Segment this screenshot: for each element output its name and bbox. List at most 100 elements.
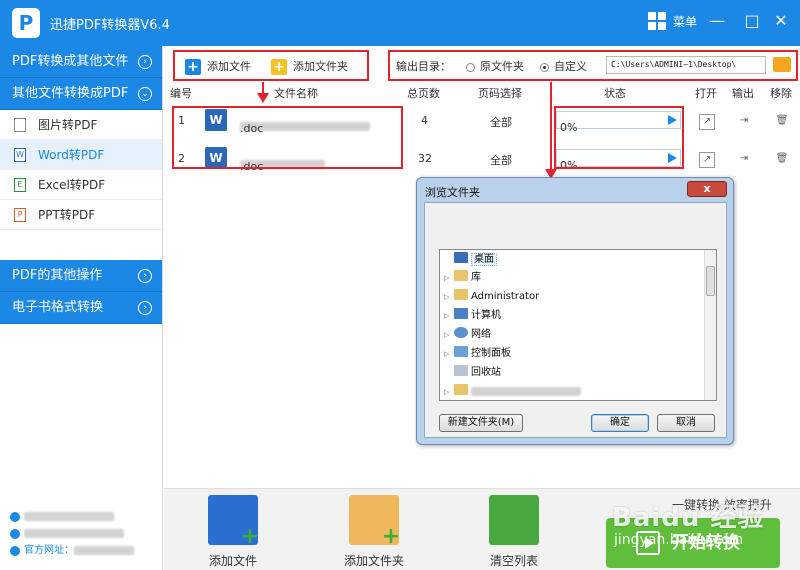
tree-item-label: 计算机: [471, 310, 501, 321]
ie-icon: [10, 546, 20, 556]
tree-item-administrator[interactable]: ▷ Administrator: [444, 289, 539, 305]
add-folder-button[interactable]: + 添加文件夹: [271, 57, 348, 77]
blurred-folder-name: [471, 386, 581, 396]
service-icon: [10, 529, 20, 539]
sidebar-category-label: PDF转换成其他文件: [12, 54, 129, 69]
expand-icon[interactable]: ▷: [444, 308, 454, 324]
row-pages: 32: [418, 152, 432, 165]
bottom-add-folder-label: 添加文件夹: [343, 554, 404, 568]
baidu-watermark: Baidu 经验: [612, 503, 765, 533]
sidebar-category-ebook-conversion[interactable]: 电子书格式转换 ›: [0, 292, 162, 324]
sidebar-item-image-to-pdf[interactable]: 图片转PDF: [0, 110, 162, 140]
image-icon: [14, 118, 26, 132]
tree-item-desktop[interactable]: 桌面: [444, 252, 497, 268]
sidebar-category-label: 电子书格式转换: [12, 300, 104, 315]
chevron-right-icon: ›: [138, 269, 152, 283]
header-remove: 移除: [770, 87, 792, 100]
close-icon[interactable]: ✕: [770, 10, 792, 32]
output-directory-highlight: 输出目录： 原文件夹 自定义 C:\Users\ADMINI~1\Desktop…: [388, 50, 798, 81]
row-page-select[interactable]: 全部: [490, 152, 512, 168]
app-logo-icon: P: [12, 8, 40, 38]
sidebar-category-other-to-pdf[interactable]: 其他文件转换成PDF ⌄: [0, 78, 162, 110]
broom-icon: [489, 495, 539, 545]
tree-item-network[interactable]: ▷ 网络: [444, 327, 491, 343]
chevron-right-icon: ›: [138, 301, 152, 315]
website-row[interactable]: 官方网址：: [10, 542, 152, 559]
sidebar-category-pdf-operations[interactable]: PDF的其他操作 ›: [0, 260, 162, 292]
folder-plus-icon: +: [271, 59, 287, 75]
baidu-watermark-url: jingyan.baidu.com: [614, 532, 744, 548]
minimize-icon[interactable]: —: [706, 10, 728, 32]
qq-icon: [10, 512, 20, 522]
user-folder-icon: [454, 289, 468, 300]
expand-icon[interactable]: ▷: [444, 384, 454, 400]
blurred-website[interactable]: [74, 545, 134, 555]
radio-custom-folder[interactable]: 自定义: [540, 57, 587, 77]
qq-contact-row: [10, 508, 152, 525]
ok-button[interactable]: 确定: [591, 414, 649, 432]
tree-item-recycle-bin[interactable]: 回收站: [444, 365, 501, 381]
folder-icon: [454, 384, 468, 395]
chevron-down-icon: ⌄: [138, 87, 152, 101]
sidebar-category-pdf-to-other[interactable]: PDF转换成其他文件 ›: [0, 46, 162, 78]
open-file-icon[interactable]: ↗: [699, 114, 715, 130]
add-folder-icon: +: [349, 495, 400, 548]
annotation-arrow: [550, 82, 552, 170]
expand-icon[interactable]: ▷: [444, 346, 454, 362]
sidebar-footer: 官方网址：: [0, 500, 162, 570]
row-pages: 4: [421, 114, 428, 127]
radio-selected-icon: [540, 62, 549, 72]
tree-item-blurred-folder[interactable]: ▷: [444, 384, 581, 400]
expand-icon[interactable]: ▷: [444, 289, 454, 305]
sidebar-item-word-to-pdf[interactable]: W Word转PDF: [0, 140, 162, 170]
sidebar-item-excel-to-pdf[interactable]: E Excel转PDF: [0, 170, 162, 200]
header-name: 文件名称: [274, 87, 318, 100]
clear-list-button[interactable]: 清空列表: [474, 495, 554, 569]
output-file-icon[interactable]: ⇥: [736, 114, 752, 130]
header-pages: 总页数: [407, 87, 440, 100]
bottom-add-file-button[interactable]: + 添加文件: [193, 495, 273, 569]
radio-original-folder[interactable]: 原文件夹: [466, 57, 524, 77]
tree-scrollbar[interactable]: [704, 250, 716, 400]
new-folder-button[interactable]: 新建文件夹(M): [439, 414, 523, 432]
sidebar-item-label: 图片转PDF: [38, 118, 98, 132]
service-contact-row: [10, 525, 152, 542]
folder-tree[interactable]: 桌面 ▷ 库 ▷ Administrator ▷ 计算机 ▷ 网络 ▷ 控制面板 回收站 …: [439, 249, 717, 401]
recycle-bin-icon: [454, 365, 468, 376]
output-file-icon[interactable]: ⇥: [736, 152, 752, 168]
dialog-close-icon[interactable]: x: [687, 181, 727, 197]
header-page-select: 页码选择: [478, 87, 522, 100]
add-file-label: 添加文件: [207, 60, 251, 73]
tree-item-label: Administrator: [471, 291, 540, 302]
output-label: 输出目录：: [396, 60, 451, 73]
word-icon: W: [14, 148, 26, 162]
sidebar-item-label: PPT转PDF: [38, 208, 96, 222]
tree-item-label: 桌面: [471, 253, 497, 266]
maximize-icon[interactable]: □: [741, 10, 763, 32]
trash-icon[interactable]: 🗑: [774, 152, 790, 168]
cancel-button[interactable]: 取消: [657, 414, 715, 432]
tree-item-computer[interactable]: ▷ 计算机: [444, 308, 501, 324]
radio-icon: [466, 62, 475, 72]
open-file-icon[interactable]: ↗: [699, 152, 715, 168]
output-path-input[interactable]: C:\Users\ADMINI~1\Desktop\: [606, 56, 766, 74]
menu-button[interactable]: 菜单: [673, 13, 697, 30]
desktop-icon: [454, 252, 468, 263]
tree-item-control-panel[interactable]: ▷ 控制面板: [444, 346, 511, 362]
clear-list-label: 清空列表: [489, 554, 538, 568]
tree-item-label: 回收站: [471, 367, 501, 378]
expand-icon[interactable]: ▷: [444, 270, 454, 286]
row-page-select[interactable]: 全部: [490, 114, 512, 130]
tree-item-library[interactable]: ▷ 库: [444, 270, 481, 286]
expand-icon[interactable]: ▷: [444, 327, 454, 343]
menu-grid-icon[interactable]: [648, 12, 666, 30]
library-icon: [454, 270, 468, 281]
bottom-add-folder-button[interactable]: + 添加文件夹: [334, 495, 414, 569]
trash-icon[interactable]: 🗑: [774, 114, 790, 130]
sidebar-item-ppt-to-pdf[interactable]: P PPT转PDF: [0, 200, 162, 230]
scroll-thumb[interactable]: [706, 266, 715, 296]
browse-folder-icon[interactable]: [773, 57, 791, 72]
add-folder-label: 添加文件夹: [293, 60, 348, 73]
sidebar-category-label: PDF的其他操作: [12, 268, 103, 283]
add-file-button[interactable]: + 添加文件: [185, 57, 251, 77]
